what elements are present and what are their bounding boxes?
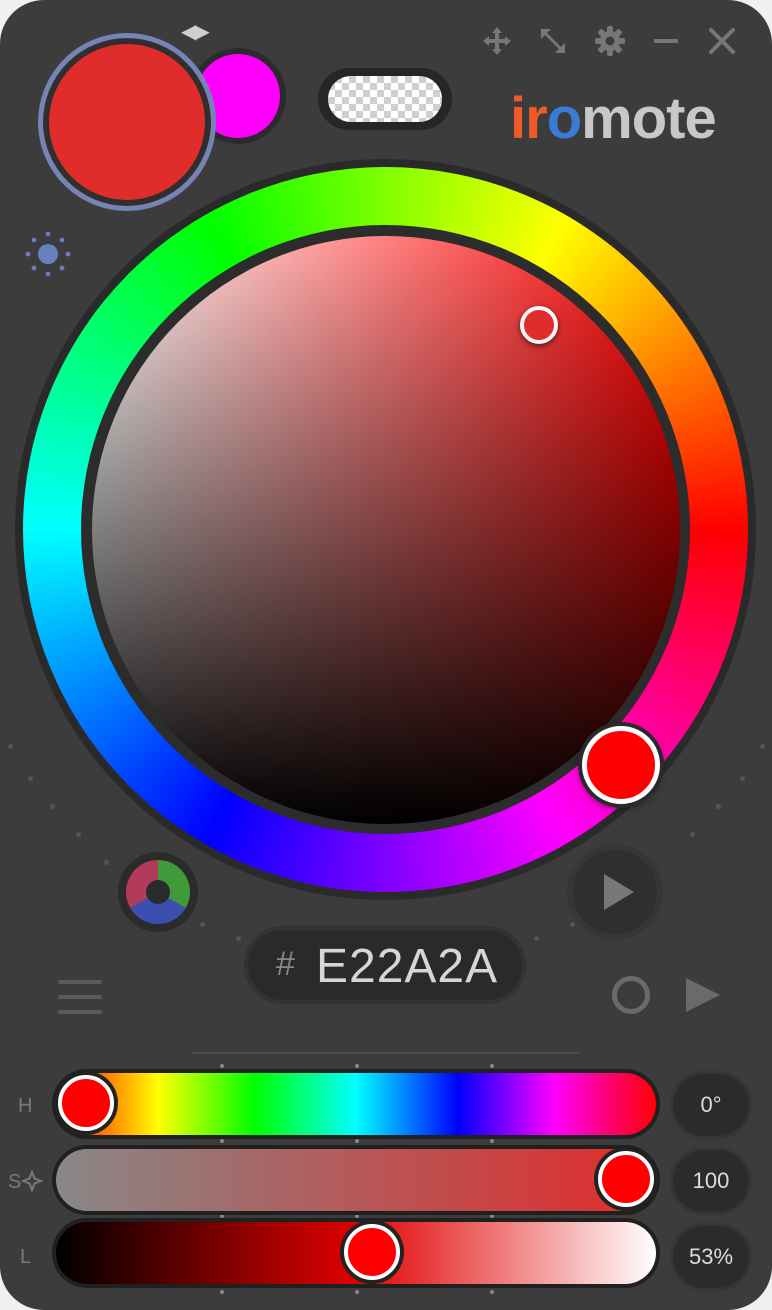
hue-slider-track [56,1073,656,1135]
hex-input[interactable]: # E22A2A [244,926,526,1004]
alpha-preview[interactable] [318,68,452,130]
resize-icon[interactable] [538,26,568,56]
hex-value: E22A2A [316,940,499,993]
hue-slider[interactable] [52,1069,660,1139]
play-button[interactable] [573,850,657,934]
hue-slider-knob[interactable] [58,1075,114,1131]
gear-icon[interactable] [594,25,626,57]
app-logo: iromote [510,86,717,151]
lightness-slider-label: L [20,1246,32,1268]
close-icon[interactable] [708,27,736,55]
iromote-window: ◀▶ iromote # E22A2A H 0° S 100 L 53% [0,0,772,1310]
primary-color-swatch[interactable] [38,33,216,211]
rgb-wheel-icon [126,860,190,924]
minimize-icon[interactable] [652,26,680,56]
hue-picker-handle[interactable] [582,726,660,804]
record-icon[interactable] [612,976,650,1014]
sl-picker-handle[interactable] [520,306,558,344]
saturation-slider-knob[interactable] [598,1151,654,1207]
transparency-checker [328,76,442,122]
menu-icon[interactable] [58,980,102,1025]
play-icon [604,874,634,910]
lightness-value-field[interactable]: 53% [670,1223,752,1291]
saturation-slider[interactable] [52,1145,660,1215]
lightness-slider[interactable] [52,1218,660,1288]
hash-label: # [276,945,295,983]
play-small-icon[interactable] [686,978,720,1012]
saturation-slider-label: S [8,1169,45,1194]
divider [192,1052,580,1054]
move-icon[interactable] [482,26,512,56]
hue-value-field[interactable]: 0° [670,1071,752,1139]
saturation-slider-track [56,1149,656,1211]
hue-slider-label: H [18,1095,33,1117]
lightness-slider-knob[interactable] [344,1224,401,1280]
brightness-icon[interactable] [24,230,72,278]
swap-colors-icon[interactable]: ◀▶ [181,19,210,44]
sparkle-icon [20,1169,45,1193]
color-mode-button[interactable] [118,852,198,932]
saturation-lightness-disc[interactable] [92,236,680,824]
saturation-value-field[interactable]: 100 [670,1147,752,1215]
